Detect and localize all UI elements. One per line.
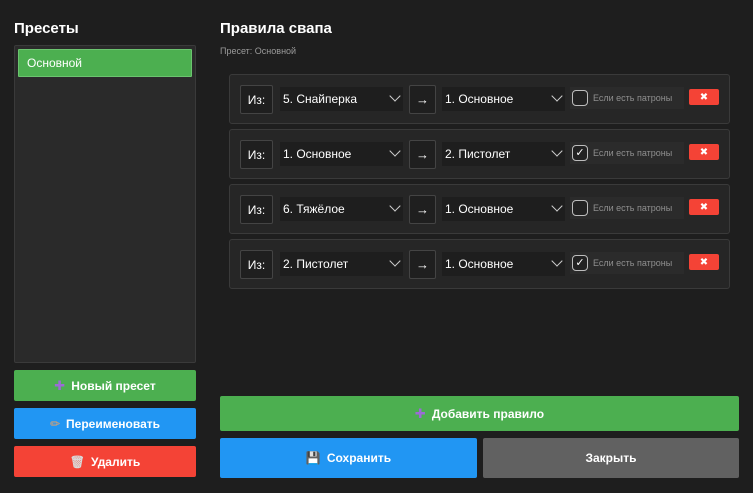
chevron-down-icon: [389, 200, 401, 212]
floppy-icon: 💾: [305, 451, 321, 465]
chevron-down-icon: [389, 145, 401, 157]
from-weapon-value: 2. Пистолет: [283, 257, 349, 271]
chevron-down-icon: [551, 145, 563, 157]
trash-icon: 🗑: [69, 454, 85, 469]
if-ammo-label: Если есть патроны: [593, 203, 673, 213]
to-weapon-value: 1. Основное: [445, 202, 514, 216]
arrow-right-icon: →: [409, 85, 436, 114]
if-ammo-toggle[interactable]: Если есть патроны: [570, 87, 684, 109]
preset-item-label: Основной: [27, 56, 83, 70]
preset-item[interactable]: Основной: [18, 49, 192, 77]
if-ammo-checkbox[interactable]: ✓: [572, 145, 588, 161]
to-weapon-value: 2. Пистолет: [445, 147, 511, 161]
if-ammo-checkbox[interactable]: ✓: [572, 255, 588, 271]
chevron-down-icon: [551, 200, 563, 212]
arrow-right-icon: →: [409, 250, 436, 279]
to-weapon-select[interactable]: 1. Основное: [442, 87, 565, 111]
to-weapon-value: 1. Основное: [445, 257, 514, 271]
save-label: Сохранить: [326, 451, 392, 465]
checkmark-icon: ✓: [575, 146, 585, 159]
rules-title: Правила свапа: [220, 20, 332, 37]
chevron-down-icon: [551, 255, 563, 267]
arrow-right-icon: →: [409, 140, 436, 169]
chevron-down-icon: [551, 90, 563, 102]
from-label: Из:: [240, 195, 273, 224]
close-button[interactable]: Закрыть: [483, 438, 739, 478]
from-label: Из:: [240, 140, 273, 169]
from-label: Из:: [240, 85, 273, 114]
delete-rule-button[interactable]: ✖: [689, 89, 719, 105]
cross-icon: ✖: [699, 256, 709, 268]
preset-list: Основной: [14, 45, 196, 363]
from-label: Из:: [240, 250, 273, 279]
add-rule-label: Добавить правило: [431, 406, 545, 421]
if-ammo-toggle[interactable]: Если есть патроны: [570, 197, 684, 219]
if-ammo-label: Если есть патроны: [593, 93, 673, 103]
swap-rule-row: Из: 5. Снайперка → 1. Основное Если есть…: [229, 74, 730, 124]
plus-icon: ✚: [414, 405, 426, 421]
if-ammo-label: Если есть патроны: [593, 258, 673, 268]
to-weapon-select[interactable]: 1. Основное: [442, 252, 565, 276]
swap-rule-row: Из: 1. Основное → 2. Пистолет ✓ Если ест…: [229, 129, 730, 179]
if-ammo-label: Если есть патроны: [593, 148, 673, 158]
from-weapon-value: 6. Тяжёлое: [283, 202, 345, 216]
delete-rule-button[interactable]: ✖: [689, 199, 719, 215]
from-weapon-select[interactable]: 1. Основное: [280, 142, 403, 166]
if-ammo-checkbox[interactable]: [572, 90, 588, 106]
close-label: Закрыть: [585, 451, 637, 465]
if-ammo-checkbox[interactable]: [572, 200, 588, 216]
swap-rule-row: Из: 6. Тяжёлое → 1. Основное Если есть п…: [229, 184, 730, 234]
chevron-down-icon: [389, 90, 401, 102]
from-weapon-select[interactable]: 5. Снайперка: [280, 87, 403, 111]
if-ammo-toggle[interactable]: ✓ Если есть патроны: [570, 252, 684, 274]
cross-icon: ✖: [699, 146, 709, 158]
to-weapon-value: 1. Основное: [445, 92, 514, 106]
save-button[interactable]: 💾 Сохранить: [220, 438, 477, 478]
swap-rule-row: Из: 2. Пистолет → 1. Основное ✓ Если ест…: [229, 239, 730, 289]
rename-preset-button[interactable]: ✏ Переименовать: [14, 408, 196, 439]
delete-rule-button[interactable]: ✖: [689, 144, 719, 160]
rename-preset-label: Переименовать: [66, 416, 161, 431]
arrow-right-icon: →: [409, 195, 436, 224]
plus-icon: ✚: [54, 377, 66, 393]
from-weapon-value: 1. Основное: [283, 147, 352, 161]
rules-subtitle: Пресет: Основной: [220, 46, 297, 56]
new-preset-button[interactable]: ✚ Новый пресет: [14, 370, 196, 401]
from-weapon-select[interactable]: 2. Пистолет: [280, 252, 403, 276]
from-weapon-value: 5. Снайперка: [283, 92, 358, 106]
to-weapon-select[interactable]: 2. Пистолет: [442, 142, 565, 166]
chevron-down-icon: [389, 255, 401, 267]
cross-icon: ✖: [699, 201, 709, 213]
if-ammo-toggle[interactable]: ✓ Если есть патроны: [570, 142, 684, 164]
from-weapon-select[interactable]: 6. Тяжёлое: [280, 197, 403, 221]
delete-rule-button[interactable]: ✖: [689, 254, 719, 270]
add-rule-button[interactable]: ✚ Добавить правило: [220, 396, 739, 431]
cross-icon: ✖: [699, 91, 709, 103]
checkmark-icon: ✓: [575, 256, 585, 269]
delete-preset-label: Удалить: [90, 454, 141, 469]
to-weapon-select[interactable]: 1. Основное: [442, 197, 565, 221]
pencil-icon: ✏: [49, 416, 61, 431]
delete-preset-button[interactable]: 🗑 Удалить: [14, 446, 196, 477]
presets-title: Пресеты: [14, 20, 79, 37]
new-preset-label: Новый пресет: [71, 378, 156, 393]
